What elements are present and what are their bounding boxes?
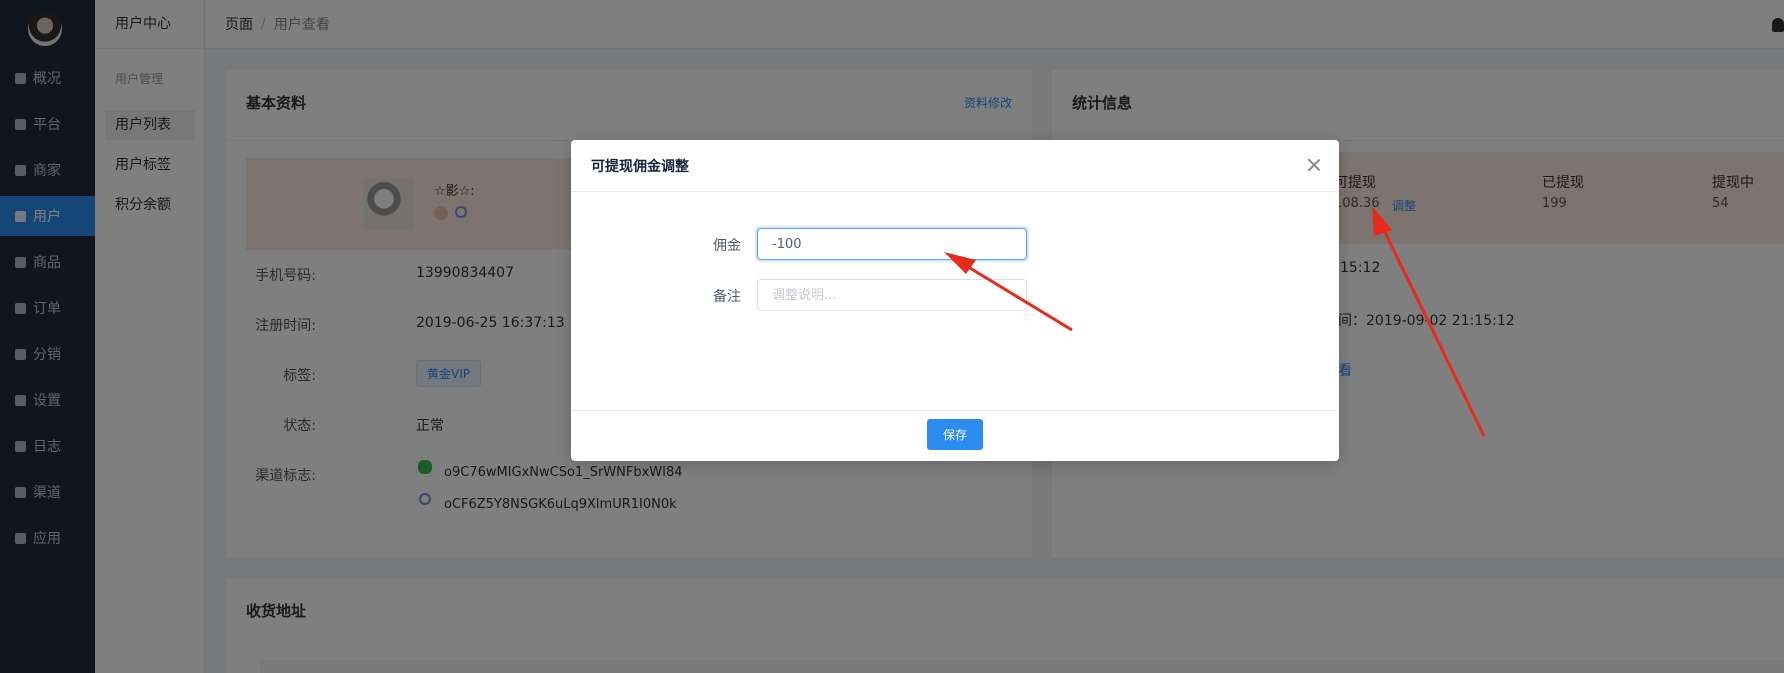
remark-label: 备注: [713, 289, 741, 305]
dialog-title: 可提现佣金调整: [591, 159, 689, 175]
commission-input[interactable]: [757, 228, 1027, 260]
close-icon[interactable]: [1305, 156, 1323, 174]
commission-adjust-dialog: 可提现佣金调整 佣金 备注 保存: [571, 140, 1339, 461]
remark-input[interactable]: [757, 279, 1027, 311]
dialog-header: 可提现佣金调整: [571, 140, 1339, 192]
dialog-footer-divider: [571, 410, 1339, 411]
commission-label: 佣金: [713, 238, 741, 254]
save-button[interactable]: 保存: [927, 419, 983, 450]
